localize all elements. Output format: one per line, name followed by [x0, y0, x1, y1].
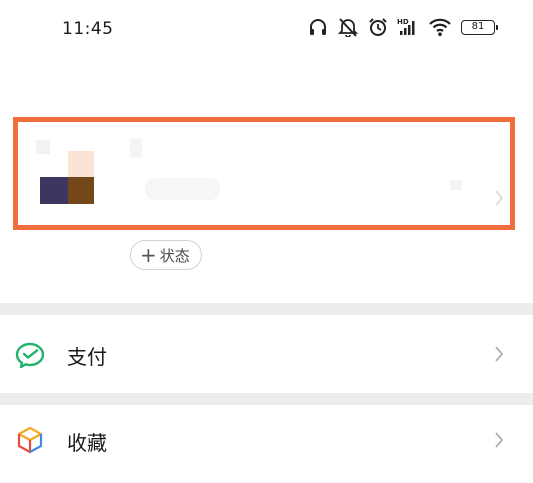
status-time: 11:45 [62, 19, 114, 39]
section-divider [0, 303, 533, 315]
section-divider [0, 393, 533, 405]
add-status-button[interactable]: + 状态 [130, 240, 202, 270]
battery-icon: 81 [461, 19, 498, 35]
status-button-label: 状态 [159, 246, 190, 265]
status-bar: 11:45 HD 81 [0, 0, 533, 60]
chevron-right-icon [495, 432, 504, 448]
headphones-icon [310, 19, 326, 35]
svg-text:HD: HD [397, 18, 409, 26]
plus-icon: + [140, 243, 157, 267]
menu-item-label: 收藏 [67, 431, 107, 455]
favorites-cube-icon [17, 426, 43, 454]
battery-level: 81 [471, 20, 485, 32]
alarm-icon [369, 18, 387, 36]
menu-item-favorites[interactable]: 收藏 [0, 405, 533, 483]
wifi-icon [429, 18, 451, 36]
hd-signal-icon: HD [397, 18, 415, 35]
status-icons: HD 81 [308, 17, 498, 37]
menu-item-label: 支付 [67, 345, 107, 369]
menu-item-pay[interactable]: 支付 [0, 315, 533, 393]
highlight-box [13, 117, 515, 230]
wechat-pay-icon [15, 342, 45, 369]
chevron-right-icon [495, 346, 504, 362]
mute-icon [337, 18, 359, 37]
